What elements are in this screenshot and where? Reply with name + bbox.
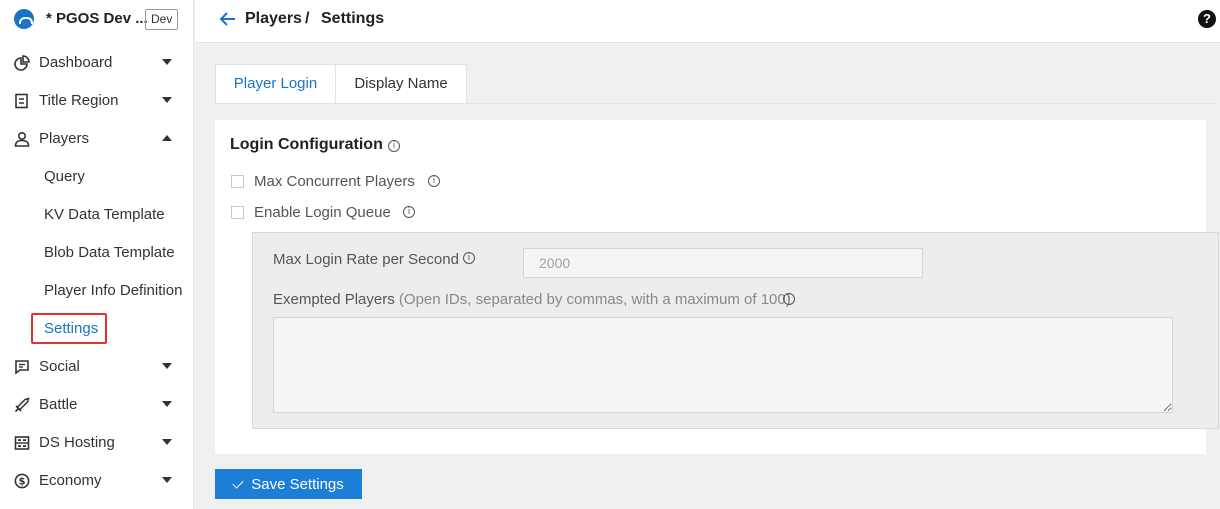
- max-rate-label: Max Login Rate per Second: [273, 251, 459, 268]
- app-name: * PGOS Dev ...: [46, 10, 148, 27]
- info-icon[interactable]: i: [428, 175, 440, 187]
- back-arrow-icon[interactable]: [219, 10, 237, 28]
- sidebar-item-social[interactable]: Social: [0, 348, 194, 386]
- exempted-players-label: Exempted Players (Open IDs, separated by…: [273, 291, 791, 308]
- user-icon: [14, 131, 30, 147]
- top-header: Players / Settings ?: [195, 0, 1220, 43]
- chevron-down-icon: [162, 401, 172, 407]
- dashboard-icon: [14, 55, 30, 71]
- chevron-down-icon: [162, 363, 172, 369]
- sword-icon: [14, 397, 30, 413]
- svg-text:$: $: [19, 477, 26, 488]
- sidebar-item-label: DS Hosting: [39, 434, 115, 451]
- sidebar-subitem-settings[interactable]: Settings: [0, 310, 194, 348]
- sidebar-subitem-label: KV Data Template: [44, 206, 165, 223]
- tab-player-login[interactable]: Player Login: [215, 64, 336, 104]
- server-icon: [14, 436, 30, 450]
- sidebar-item-title-region[interactable]: Title Region: [0, 82, 194, 120]
- sidebar-item-players[interactable]: Players: [0, 120, 194, 158]
- breadcrumb-separator: /: [305, 10, 310, 27]
- info-icon[interactable]: i: [388, 140, 400, 152]
- sidebar-subitem-blob-data-template[interactable]: Blob Data Template: [0, 234, 194, 272]
- sidebar-item-economy[interactable]: $ Economy: [0, 462, 194, 500]
- env-badge: Dev: [145, 9, 179, 30]
- sidebar-item-ds-hosting[interactable]: DS Hosting: [0, 424, 194, 462]
- save-settings-label: Save Settings: [251, 475, 344, 493]
- login-queue-subpanel: Max Login Rate per Second i Exempted Pla…: [252, 232, 1219, 429]
- help-icon[interactable]: ?: [1198, 10, 1216, 28]
- sidebar-item-dashboard[interactable]: Dashboard: [0, 44, 194, 82]
- sidebar-item-label: Social: [39, 358, 80, 375]
- sidebar-item-label: Economy: [39, 472, 102, 489]
- exempted-players-title: Exempted Players: [273, 291, 395, 308]
- check-icon: [232, 476, 244, 489]
- sidebar-item-battle[interactable]: Battle: [0, 386, 194, 424]
- sidebar-item-label: Players: [39, 130, 90, 147]
- enable-queue-checkbox[interactable]: [231, 206, 244, 219]
- sidebar-subitem-label: Blob Data Template: [44, 244, 175, 261]
- sidebar-item-label: Dashboard: [39, 54, 113, 71]
- max-concurrent-label[interactable]: Max Concurrent Players: [254, 173, 415, 190]
- max-rate-input[interactable]: [523, 248, 923, 278]
- chevron-down-icon: [162, 439, 172, 445]
- login-config-panel: Login Configuration i Max Concurrent Pla…: [215, 120, 1219, 454]
- section-title: Login Configuration: [230, 136, 383, 153]
- chevron-down-icon: [162, 97, 172, 103]
- info-icon[interactable]: i: [403, 206, 415, 218]
- sidebar-subitem-label: Query: [44, 168, 85, 185]
- exempted-players-hint: (Open IDs, separated by commas, with a m…: [398, 291, 791, 308]
- exempted-players-input[interactable]: [273, 317, 1173, 413]
- sidebar-subitem-player-info-definition[interactable]: Player Info Definition: [0, 272, 194, 310]
- sidebar-item-label: Title Region: [39, 92, 119, 109]
- chevron-up-icon: [162, 135, 172, 141]
- info-icon[interactable]: i: [783, 293, 795, 305]
- info-icon[interactable]: i: [463, 252, 475, 264]
- sidebar-subitem-kv-data-template[interactable]: KV Data Template: [0, 196, 194, 234]
- sidebar-subitem-label: Player Info Definition: [44, 282, 183, 299]
- breadcrumb-current: Settings: [321, 10, 385, 27]
- enable-queue-label[interactable]: Enable Login Queue: [254, 204, 391, 221]
- sidebar-item-label: Battle: [39, 396, 78, 413]
- brand-header[interactable]: * PGOS Dev ... Dev: [0, 0, 194, 40]
- sidebar: * PGOS Dev ... Dev Dashboard Title Regio…: [0, 0, 194, 509]
- tab-divider: [215, 103, 1218, 104]
- sidebar-subitem-label: Settings: [44, 320, 99, 337]
- chevron-down-icon: [162, 477, 172, 483]
- sidebar-subitem-query[interactable]: Query: [0, 158, 194, 196]
- chat-icon: [15, 360, 29, 375]
- max-concurrent-checkbox[interactable]: [231, 175, 244, 188]
- chevron-down-icon: [162, 59, 172, 65]
- breadcrumb-parent[interactable]: Players: [245, 10, 302, 28]
- tab-display-name[interactable]: Display Name: [335, 64, 467, 104]
- pgos-logo-icon: [14, 9, 34, 29]
- save-settings-button[interactable]: Save Settings: [215, 469, 362, 499]
- coin-icon: $: [14, 473, 30, 489]
- document-icon: [15, 93, 28, 109]
